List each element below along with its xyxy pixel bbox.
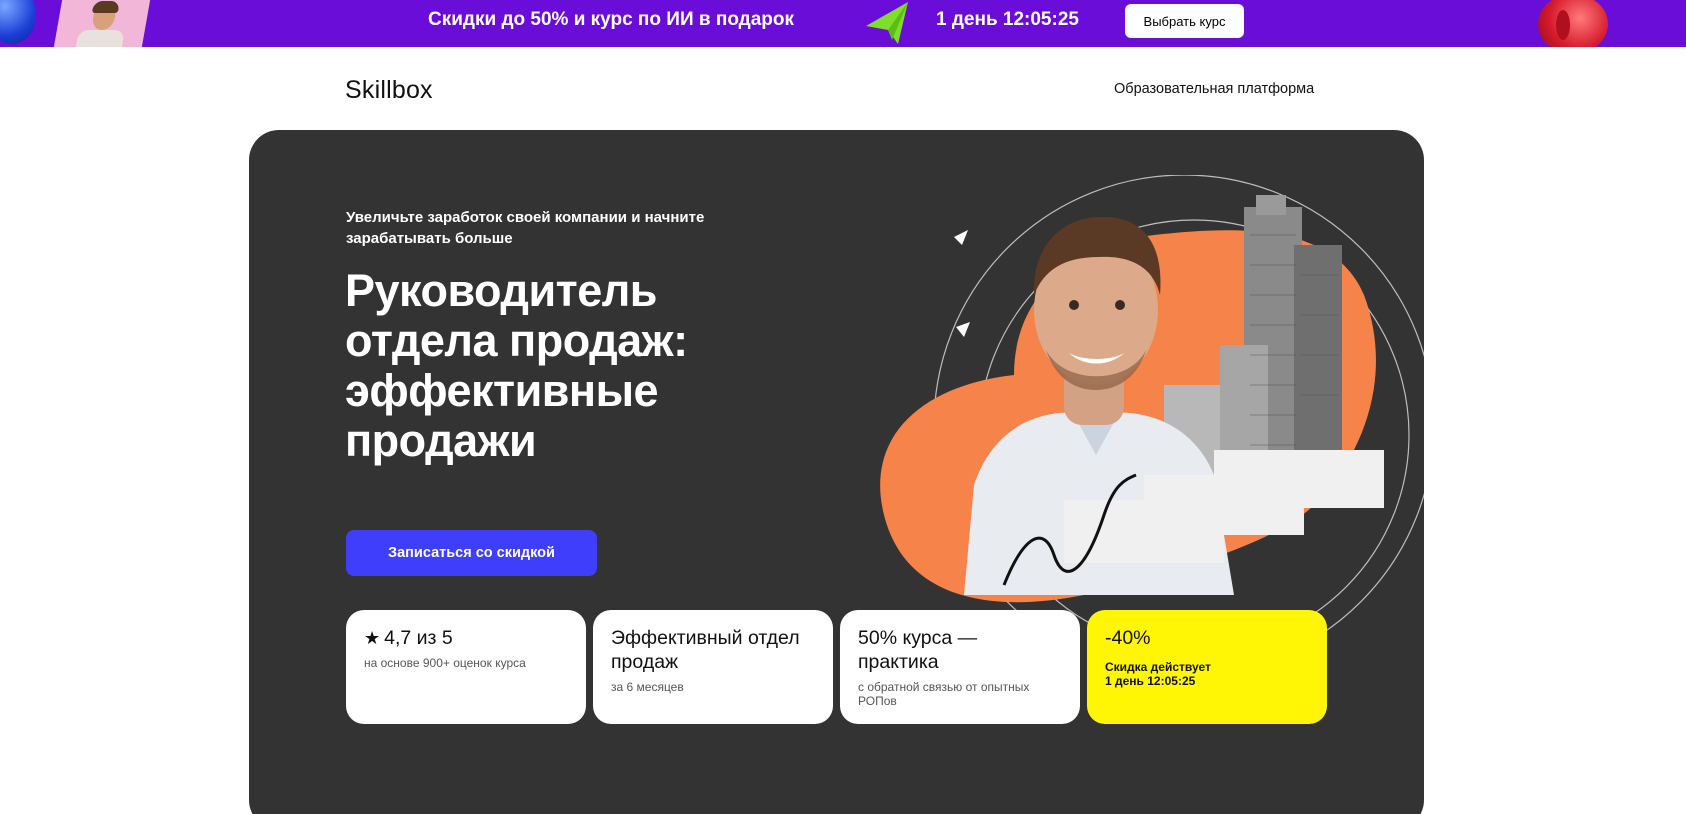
result-title: Эффективный отдел продаж xyxy=(611,627,800,673)
star-icon: ★ xyxy=(364,628,381,648)
course-title: Руководитель отдела продаж: эффективные … xyxy=(345,265,688,466)
enroll-discount-button[interactable]: Записаться со скидкой xyxy=(346,530,597,576)
paper-plane-icon xyxy=(866,2,908,44)
rating-value: 4,7 из 5 xyxy=(384,627,453,649)
promo-banner[interactable]: Скидки до 50% и курс по ИИ в подарок 1 д… xyxy=(0,0,1686,47)
result-subtitle: за 6 месяцев xyxy=(611,680,684,694)
choose-course-button[interactable]: Выбрать курс xyxy=(1125,4,1244,38)
discount-card: -40% Скидка действует 1 день 12:05:25 xyxy=(1087,610,1327,724)
orbit-arrow-icon-2 xyxy=(956,322,970,337)
promo-photo xyxy=(53,0,151,47)
practice-title: 50% курса — практика xyxy=(858,627,978,673)
hero-section: Увеличьте заработок своей компании и нач… xyxy=(249,130,1424,814)
discount-label: Скидка действует xyxy=(1105,660,1211,674)
rating-subtitle: на основе 900+ оценок курса xyxy=(364,656,526,670)
practice-card: 50% курса — практика с обратной связью о… xyxy=(840,610,1080,724)
rating-card: ★ 4,7 из 5 на основе 900+ оценок курса xyxy=(346,610,586,724)
result-card: Эффективный отдел продаж за 6 месяцев xyxy=(593,610,833,724)
platform-link[interactable]: Образовательная платформа xyxy=(1114,81,1314,97)
decorative-ring xyxy=(1556,10,1570,40)
promo-text: Скидки до 50% и курс по ИИ в подарок xyxy=(428,9,795,30)
decorative-ball-right xyxy=(1538,0,1608,47)
practice-subtitle: с обратной связью от опытных РОПов xyxy=(858,680,1030,708)
hero-illustration xyxy=(880,175,1424,635)
hero-subtitle: Увеличьте заработок своей компании и нач… xyxy=(346,209,705,247)
discount-countdown: 1 день 12:05:25 xyxy=(1105,674,1196,688)
decorative-ball-left xyxy=(0,0,36,44)
skillbox-logo[interactable]: Skillbox xyxy=(345,76,433,105)
orbit-arrow-icon xyxy=(954,230,968,245)
promo-countdown: 1 день 12:05:25 xyxy=(936,9,1079,30)
discount-value: -40% xyxy=(1105,627,1151,649)
